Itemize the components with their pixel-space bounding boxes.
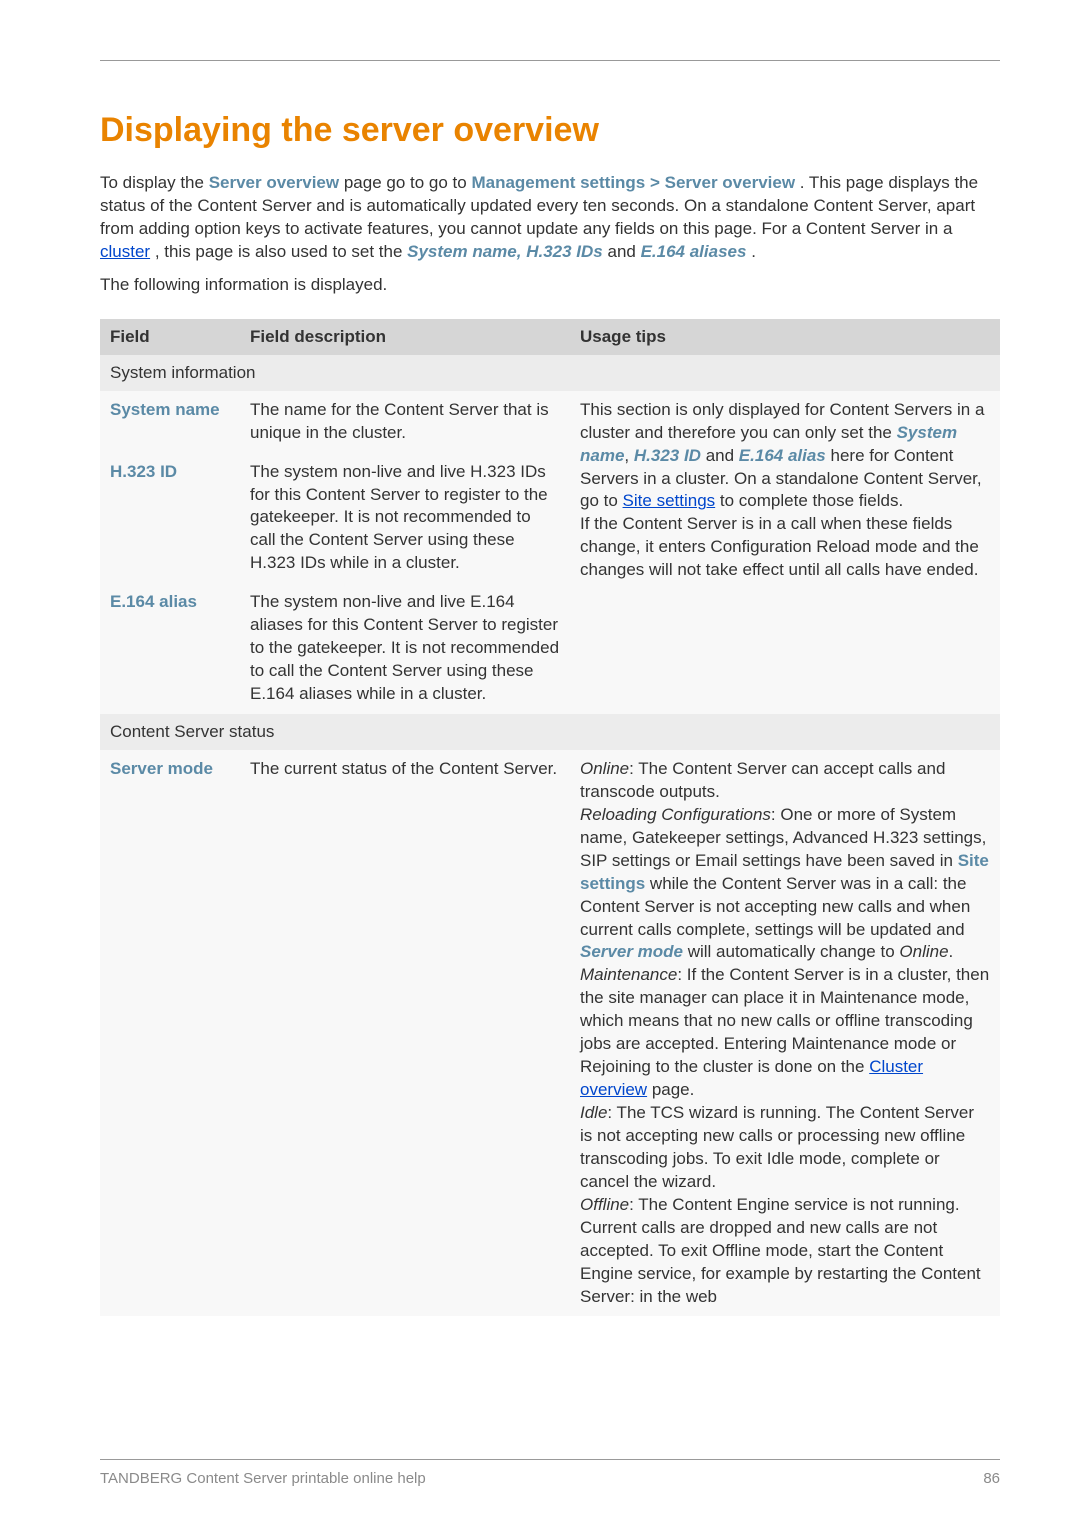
section-system-information: System information [100, 355, 1000, 391]
idle-label: Idle [580, 1103, 607, 1122]
desc-system-name: The name for the Content Server that is … [240, 391, 570, 453]
usage-text: and [706, 446, 739, 465]
info-table: Field Field description Usage tips Syste… [100, 319, 1000, 1317]
intro-text: and [607, 242, 640, 261]
intro-text: . [751, 242, 756, 261]
h323-emph: H.323 ID [634, 446, 701, 465]
offline-label: Offline [580, 1195, 629, 1214]
reloading-text: will automatically change to [683, 942, 899, 961]
server-overview-label: Server overview [209, 173, 339, 192]
online-emph: Online [899, 942, 948, 961]
usage-system-info: This section is only displayed for Conte… [570, 391, 1000, 714]
header-desc: Field description [240, 319, 570, 355]
intro-text: page go to go to [344, 173, 472, 192]
after-intro-text: The following information is displayed. [100, 274, 1000, 297]
field-server-mode: Server mode [110, 759, 213, 778]
online-text: : The Content Server can accept calls an… [580, 759, 945, 801]
online-label: Online [580, 759, 629, 778]
page-title: Displaying the server overview [100, 111, 1000, 150]
usage-server-mode: Online: The Content Server can accept ca… [570, 750, 1000, 1317]
offline-text: : The Content Engine service is not runn… [580, 1195, 981, 1306]
maintenance-label: Maintenance [580, 965, 677, 984]
header-field: Field [100, 319, 240, 355]
usage-text: to complete those fields. [720, 491, 903, 510]
field-e164: E.164 alias [110, 592, 197, 611]
reloading-label: Reloading Configurations [580, 805, 771, 824]
site-settings-link[interactable]: Site settings [623, 491, 716, 510]
e164-aliases-label: E.164 aliases [641, 242, 747, 261]
table-header-row: Field Field description Usage tips [100, 319, 1000, 355]
maintenance-text: page. [647, 1080, 694, 1099]
system-name-label: System name, H.323 IDs [407, 242, 603, 261]
footer-left: TANDBERG Content Server printable online… [100, 1470, 426, 1487]
row-server-mode: Server mode The current status of the Co… [100, 750, 1000, 1317]
row-system-name: System name The name for the Content Ser… [100, 391, 1000, 453]
cluster-link[interactable]: cluster [100, 242, 150, 261]
field-system-name: System name [110, 400, 220, 419]
intro-paragraph: To display the Server overview page go t… [100, 172, 1000, 264]
footer-page-number: 86 [983, 1470, 1000, 1487]
server-mode-emph: Server mode [580, 942, 683, 961]
desc-e164: The system non-live and live E.164 alias… [240, 583, 570, 714]
usage-text: If the Content Server is in a call when … [580, 514, 979, 579]
desc-server-mode: The current status of the Content Server… [240, 750, 570, 1317]
idle-text: : The TCS wizard is running. The Content… [580, 1103, 974, 1191]
header-usage: Usage tips [570, 319, 1000, 355]
section-content-server-status: Content Server status [100, 714, 1000, 750]
usage-text: , [624, 446, 633, 465]
section-label: Content Server status [100, 714, 1000, 750]
page-footer: TANDBERG Content Server printable online… [100, 1459, 1000, 1487]
intro-text: To display the [100, 173, 209, 192]
e164-emph: E.164 alias [739, 446, 826, 465]
period: . [949, 942, 954, 961]
mgmt-path-label: Management settings > Server overview [471, 173, 795, 192]
field-h323: H.323 ID [110, 462, 177, 481]
intro-text: , this page is also used to set the [155, 242, 407, 261]
top-rule [100, 60, 1000, 61]
section-label: System information [100, 355, 1000, 391]
desc-h323: The system non-live and live H.323 IDs f… [240, 453, 570, 584]
